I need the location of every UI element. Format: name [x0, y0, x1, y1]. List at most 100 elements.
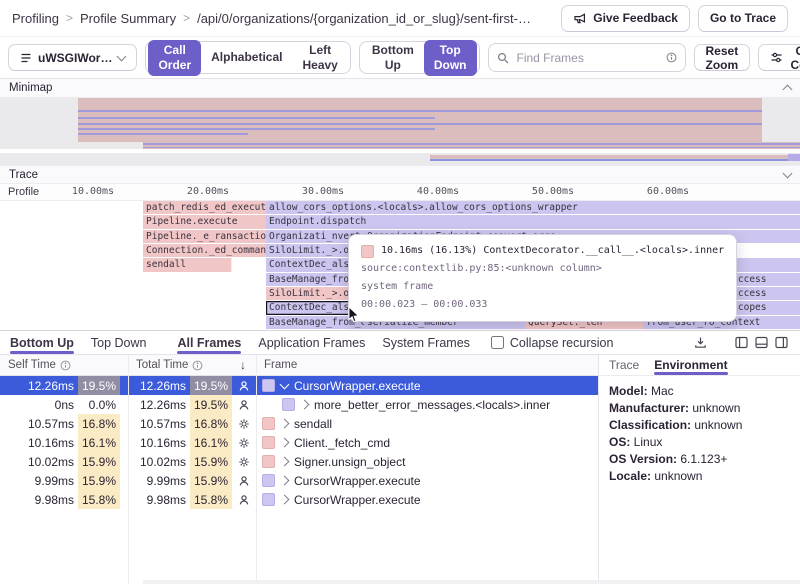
tab-system-frames[interactable]: System Frames [382, 331, 470, 354]
tab-top-down[interactable]: Top Down [91, 331, 147, 354]
sort-option-left-heavy[interactable]: Left Heavy [292, 40, 347, 76]
flame-bar[interactable]: Connection._ed_command [143, 244, 272, 257]
download-icon[interactable] [694, 336, 707, 349]
minimap-header[interactable]: Minimap [0, 79, 800, 98]
total-time-column-header[interactable]: Total Time ↓ [128, 358, 256, 372]
details-tab-trace[interactable]: Trace [609, 355, 639, 375]
tab-application-frames[interactable]: Application Frames [258, 331, 365, 354]
flamegraph[interactable]: 10.16ms (16.13%) ContextDecorator.__call… [0, 201, 800, 330]
search-input[interactable] [515, 50, 660, 66]
total-time-percent: 16.1% [190, 433, 232, 452]
frame-name: CursorWrapper.execute [294, 379, 421, 393]
table-row[interactable]: 9.98ms15.8%9.98ms15.8%CursorWrapper.exec… [0, 490, 598, 509]
breadcrumb-profile-summary[interactable]: Profile Summary [80, 11, 176, 26]
self-time-percent: 16.8% [78, 414, 120, 433]
collapse-recursion-input[interactable] [491, 336, 504, 349]
find-frames-search[interactable] [488, 43, 686, 72]
panel-bottom-icon[interactable] [755, 336, 768, 349]
frame-filter-tab-group: All Frames Application Frames System Frame… [177, 331, 486, 354]
tooltip-time-range: 00:00.023 — 00:00.033 [361, 296, 724, 314]
detail-field: OS Version: 6.1.123+ [609, 451, 790, 468]
chevron-right-icon[interactable] [280, 476, 290, 486]
collapse-recursion-checkbox[interactable]: Collapse recursion [491, 336, 614, 350]
chevron-right-icon[interactable] [280, 457, 290, 467]
total-time-percent: 15.9% [190, 452, 232, 471]
mouse-cursor [347, 306, 361, 324]
chevron-right-icon[interactable] [280, 419, 290, 429]
environment-fields: Model: MacManufacturer: unknownClassific… [599, 376, 800, 492]
table-row[interactable]: 10.02ms15.9%10.02ms15.9%Signer.unsign_ob… [0, 452, 598, 471]
table-row[interactable]: 10.16ms16.1%10.16ms16.1%Client._fetch_cm… [0, 433, 598, 452]
detail-label: OS: [609, 435, 630, 449]
give-feedback-button[interactable]: Give Feedback [561, 5, 690, 32]
breadcrumb-profiling[interactable]: Profiling [12, 11, 59, 26]
table-row[interactable]: 10.57ms16.8%10.57ms16.8%sendall [0, 414, 598, 433]
table-row[interactable]: 12.26ms19.5%12.26ms19.5%CursorWrapper.ex… [0, 376, 598, 395]
flame-bar[interactable]: patch_redis_ed_execute [143, 201, 272, 214]
self-time-percent: 15.9% [78, 452, 120, 471]
table-row[interactable]: 9.99ms15.9%9.99ms15.9%CursorWrapper.exec… [0, 471, 598, 490]
info-icon [60, 360, 71, 371]
ruler-tick: 30.00ms [302, 186, 344, 197]
flame-bar[interactable]: Pipeline.execute [143, 215, 272, 228]
column-divider [256, 355, 257, 584]
total-time-value: 10.02ms [128, 455, 190, 469]
minimap-block [430, 159, 800, 161]
time-ruler: Profile 10.00ms20.00ms30.00ms40.00ms50.0… [0, 184, 800, 201]
ruler-tick: 60.00ms [647, 186, 689, 197]
reset-zoom-button[interactable]: Reset Zoom [694, 44, 751, 71]
tab-all-frames[interactable]: All Frames [177, 331, 241, 354]
sliders-icon [770, 51, 783, 64]
self-time-value: 10.02ms [0, 455, 78, 469]
chevron-right-icon[interactable] [280, 438, 290, 448]
chevron-right-icon[interactable] [300, 400, 310, 410]
self-time-column-header[interactable]: Self Time [0, 359, 128, 371]
horizontal-scrollbar[interactable] [143, 580, 800, 584]
details-tab-environment[interactable]: Environment [654, 355, 727, 375]
info-icon [192, 360, 203, 371]
go-to-trace-button[interactable]: Go to Trace [698, 5, 788, 32]
flame-bar[interactable]: Pipeline._e_ransaction [143, 230, 272, 243]
view-option-bottom-up[interactable]: Bottom Up [362, 40, 424, 76]
frame-cell: Client._fetch_cmd [256, 433, 598, 452]
minimap-block [78, 123, 762, 125]
sort-option-call-order[interactable]: Call Order [148, 40, 201, 76]
detail-field: Classification: unknown [609, 417, 790, 434]
color-coding-label: Color Coding [789, 44, 800, 72]
reset-zoom-label: Reset Zoom [706, 44, 739, 72]
tooltip-duration: 10.16ms (16.13%) ContextDecorator.__call… [381, 242, 724, 260]
collapse-recursion-label: Collapse recursion [510, 336, 614, 350]
sort-option-alphabetical[interactable]: Alphabetical [201, 47, 292, 68]
trace-header[interactable]: Trace [0, 165, 800, 184]
chevron-down-icon[interactable] [280, 379, 290, 389]
header-actions: Give Feedback Go to Trace [561, 5, 788, 32]
frame-column-header[interactable]: Frame [256, 359, 297, 371]
total-time-value: 10.16ms [128, 436, 190, 450]
color-coding-button[interactable]: Color Coding [758, 44, 800, 71]
view-option-top-down[interactable]: Top Down [424, 40, 477, 76]
minimap-block [78, 117, 435, 119]
minimap-canvas[interactable] [0, 98, 800, 165]
chevron-down-icon [117, 51, 127, 61]
self-time-cell: 0ns0.0% [0, 395, 128, 414]
frame-color-swatch [262, 417, 275, 430]
sort-descending-icon[interactable]: ↓ [240, 358, 246, 372]
table-row[interactable]: 0ns0.0%12.26ms19.5%more_better_error_mes… [0, 395, 598, 414]
thread-selector[interactable]: uWSGIWor… [8, 44, 137, 71]
panel-left-icon[interactable] [735, 336, 748, 349]
ruler-tick: 50.00ms [532, 186, 574, 197]
flame-bar[interactable]: allow_cors_options.<locals>.allow_cors_o… [266, 201, 800, 214]
ruler-tick: 40.00ms [417, 186, 459, 197]
panel-right-icon[interactable] [775, 336, 788, 349]
detail-field: Manufacturer: unknown [609, 400, 790, 417]
flame-bar[interactable]: sendall [143, 258, 232, 271]
chevron-right-icon[interactable] [280, 495, 290, 505]
frame-name: CursorWrapper.execute [294, 474, 421, 488]
tab-bottom-up[interactable]: Bottom Up [10, 331, 74, 354]
self-time-cell: 9.99ms15.9% [0, 471, 128, 490]
tooltip-frame-type: system frame [361, 278, 724, 296]
breadcrumb: Profiling > Profile Summary > /api/0/org… [12, 11, 531, 26]
frame-cell: CursorWrapper.execute [256, 376, 598, 395]
minimap-block [78, 133, 248, 135]
flame-bar[interactable]: Endpoint.dispatch [266, 215, 800, 228]
